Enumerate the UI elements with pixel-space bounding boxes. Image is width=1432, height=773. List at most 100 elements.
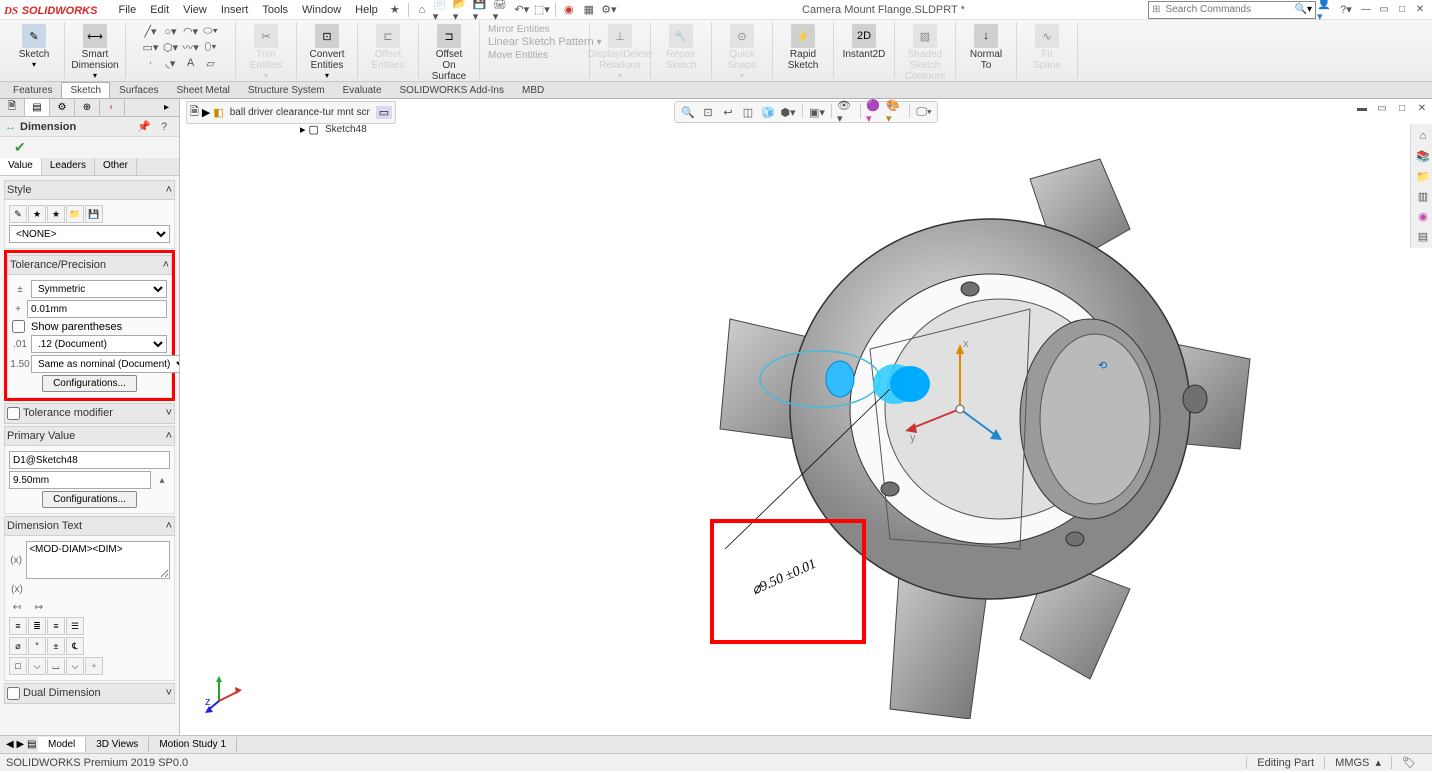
vp-min-icon[interactable]: ▬ <box>1354 101 1370 115</box>
menu-insert[interactable]: Insert <box>214 2 256 18</box>
section-tolerance[interactable]: Tolerance/Precision˄ <box>7 255 172 275</box>
sym-centerline-icon[interactable]: ℄ <box>66 637 84 655</box>
home-icon[interactable]: ⌂ <box>413 1 431 19</box>
section-primary[interactable]: Primary Value˄ <box>4 426 175 446</box>
ribbon-trim[interactable]: ✂ Trim Entities▾ <box>240 23 292 81</box>
spline-tool-icon[interactable]: 〰▾ <box>182 39 200 55</box>
section-style[interactable]: Style˄ <box>4 180 175 200</box>
graphics-viewport[interactable]: 🗎 ▶ ◧ ball driver clearance-tur mnt scr … <box>180 99 1432 735</box>
fm-tab-expand[interactable]: ▸ <box>154 99 179 116</box>
hide-show-icon[interactable]: 👁▾ <box>837 104 855 120</box>
pm-help-icon[interactable]: ? <box>155 118 173 136</box>
scene-icon[interactable]: 🎨▾ <box>886 104 904 120</box>
fm-tab-dimxpert[interactable]: ⊕ <box>75 99 100 116</box>
ribbon-repair[interactable]: 🔧 Repair Sketch <box>655 23 707 72</box>
bc-history-icon[interactable]: ▶ <box>202 106 210 119</box>
section-dimtext[interactable]: Dimension Text˄ <box>4 516 175 536</box>
btm-nav-icons[interactable]: ◀ ▶ ▤ <box>6 739 36 750</box>
circle-tool-icon[interactable]: ○▾ <box>162 23 180 39</box>
tab-sketch[interactable]: Sketch <box>61 82 110 98</box>
star-icon[interactable]: ★ <box>386 1 404 19</box>
section-view-icon[interactable]: ◫ <box>739 104 757 120</box>
sym-square-icon[interactable]: □ <box>9 657 27 675</box>
search-go-icon[interactable]: 🔍▾ <box>1293 4 1314 15</box>
polygon-tool-icon[interactable]: ⬡▾ <box>162 39 180 55</box>
bc-root[interactable]: ball driver clearance-tur mnt scr <box>227 107 373 118</box>
ribbon-shaded-contours[interactable]: ▨ Shaded Sketch Contours <box>899 23 951 83</box>
fm-tab-display-mgr[interactable]: ◐ <box>100 99 125 116</box>
text-tool-icon[interactable]: A <box>182 55 200 71</box>
sym-surf-icon[interactable]: ⌵ <box>28 657 46 675</box>
display-style-icon[interactable]: ▣▾ <box>808 104 826 120</box>
ribbon-sketch[interactable]: ✎ Sketch▾ <box>8 23 60 70</box>
sym-degree-icon[interactable]: ° <box>28 637 46 655</box>
ribbon-rapid-sketch[interactable]: ⚡ Rapid Sketch <box>777 23 829 72</box>
search-commands[interactable]: ⊞ 🔍▾ <box>1148 1 1316 19</box>
vp-max-icon[interactable]: □ <box>1394 101 1410 115</box>
style-apply-icon[interactable]: ✎ <box>9 205 27 223</box>
menu-help[interactable]: Help <box>348 2 385 18</box>
justify-right-icon[interactable]: ≡ <box>47 617 65 635</box>
ribbon-quick-snaps[interactable]: ⊙ Quick Snaps▾ <box>716 23 768 81</box>
tab-addins[interactable]: SOLIDWORKS Add-Ins <box>391 82 513 98</box>
spinner-up-icon[interactable]: ▴ <box>154 472 170 488</box>
close-icon[interactable]: ✕ <box>1412 3 1428 17</box>
user-icon[interactable]: 👤▾ <box>1317 1 1335 19</box>
menu-view[interactable]: View <box>176 2 214 18</box>
fillet-tool-icon[interactable]: ◟▾ <box>162 55 180 71</box>
point-tool-icon[interactable]: · <box>142 55 160 71</box>
plane-tool-icon[interactable]: ▱ <box>202 55 220 71</box>
tab-surfaces[interactable]: Surfaces <box>110 82 167 98</box>
open-icon[interactable]: 📂▾ <box>453 1 471 19</box>
dimtext-right-icon[interactable]: ↦ <box>31 599 47 615</box>
pm-subtab-leaders[interactable]: Leaders <box>42 158 95 175</box>
breadcrumb[interactable]: 🗎 ▶ ◧ ball driver clearance-tur mnt scr … <box>186 101 396 124</box>
ok-button[interactable]: ✔ <box>6 137 34 157</box>
bc-child-expand-icon[interactable]: ▸ <box>300 123 306 136</box>
style-add-icon[interactable]: ★ <box>28 205 46 223</box>
view-settings-icon[interactable]: 🖵▾ <box>915 104 933 120</box>
sym-depth-icon[interactable]: ⌴ <box>47 657 65 675</box>
appearance-icon[interactable]: 🟣▾ <box>866 104 884 120</box>
vp-close-icon[interactable]: ✕ <box>1414 101 1430 115</box>
justify-center-icon[interactable]: ≣ <box>28 617 46 635</box>
new-icon[interactable]: 📄▾ <box>433 1 451 19</box>
primary-value-input[interactable] <box>9 471 151 489</box>
zoom-fit-icon[interactable]: 🔍 <box>679 104 697 120</box>
slot-tool-icon[interactable]: ⬭▾ <box>202 23 220 39</box>
ribbon-fit-spline[interactable]: ∿ Fit Spline <box>1021 23 1073 72</box>
unit-precision-select[interactable]: .12 (Document) <box>31 335 167 353</box>
breadcrumb-child[interactable]: ▸ ▢ Sketch48 <box>300 123 370 136</box>
ribbon-normal-to[interactable]: ↓ Normal To <box>960 23 1012 72</box>
zoom-area-icon[interactable]: ⊡ <box>699 104 717 120</box>
tolerance-value-input[interactable] <box>27 300 167 318</box>
arc-tool-icon[interactable]: ◠▾ <box>182 23 200 39</box>
dimtext-left-icon[interactable]: ↤ <box>9 599 25 615</box>
status-tag-icon[interactable]: 🏷 <box>1391 756 1426 769</box>
settings-icon[interactable]: ⚙▾ <box>600 1 618 19</box>
tab-mbd[interactable]: MBD <box>513 82 553 98</box>
justify-left-icon[interactable]: ≡ <box>9 617 27 635</box>
menu-window[interactable]: Window <box>295 2 348 18</box>
fm-tab-feature-tree[interactable]: 🗎 <box>0 99 25 116</box>
style-select[interactable]: <NONE> <box>9 225 170 243</box>
dimtext-prefix-icon[interactable]: (x) <box>9 552 23 568</box>
fm-tab-config-mgr[interactable]: ⚙ <box>50 99 75 116</box>
tab-features[interactable]: Features <box>4 82 61 98</box>
bc-child-label[interactable]: Sketch48 <box>322 124 370 135</box>
rebuild-icon[interactable]: ◉ <box>560 1 578 19</box>
ribbon-offset[interactable]: ⊏ Offset Entities <box>362 23 414 72</box>
sym-counterbore-icon[interactable]: ⌵ <box>66 657 84 675</box>
options-icon[interactable]: ▦ <box>580 1 598 19</box>
pm-subtab-other[interactable]: Other <box>95 158 137 175</box>
undo-icon[interactable]: ↶▾ <box>513 1 531 19</box>
tolerance-type-select[interactable]: Symmetric <box>31 280 167 298</box>
tab-evaluate[interactable]: Evaluate <box>334 82 391 98</box>
minimize-icon[interactable]: — <box>1358 3 1374 17</box>
ellipse-tool-icon[interactable]: ⬯▾ <box>202 39 220 55</box>
section-tol-modifier[interactable]: Tolerance modifier˅ <box>4 403 175 424</box>
tab-sheetmetal[interactable]: Sheet Metal <box>168 82 239 98</box>
sym-diameter-icon[interactable]: ⌀ <box>9 637 27 655</box>
line-tool-icon[interactable]: ╱▾ <box>142 23 160 39</box>
bc-flyout-icon[interactable]: 🗎 <box>190 103 199 122</box>
